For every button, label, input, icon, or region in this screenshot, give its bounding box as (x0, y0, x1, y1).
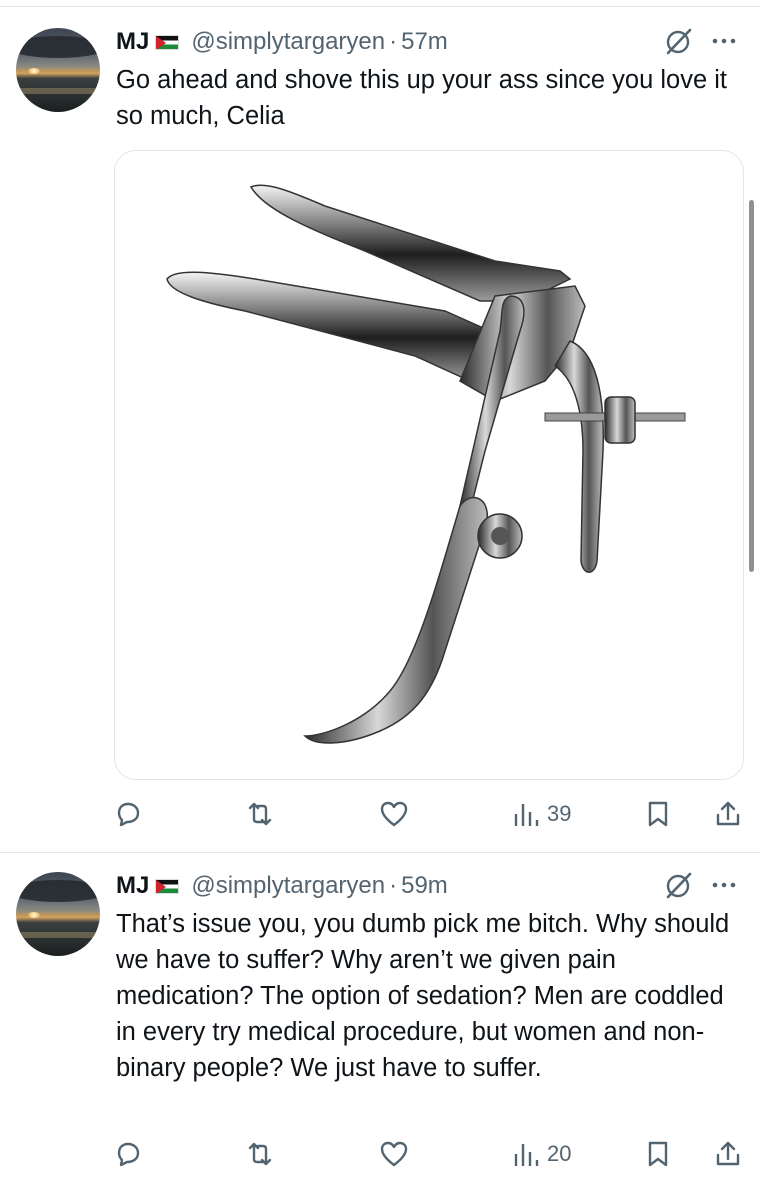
timestamp[interactable]: 57m (401, 28, 448, 56)
display-name[interactable]: MJ (116, 28, 149, 56)
like-icon[interactable] (379, 799, 409, 829)
reply-icon[interactable] (113, 1139, 143, 1169)
timestamp[interactable]: 59m (401, 872, 448, 900)
speculum-image[interactable] (114, 150, 744, 780)
scrollbar[interactable] (749, 200, 754, 572)
share-icon[interactable] (713, 1139, 743, 1169)
reply-icon[interactable] (113, 799, 143, 829)
tweet-header: MJ @simplytargaryen · 59m (116, 870, 448, 902)
display-name[interactable]: MJ (116, 872, 149, 900)
avatar[interactable] (16, 28, 100, 112)
separator: · (389, 28, 398, 55)
bookmark-icon[interactable] (643, 1139, 673, 1169)
views-count: 20 (547, 1141, 572, 1166)
views-count: 39 (547, 801, 572, 826)
top-divider (0, 6, 760, 7)
palestine-flag-icon (155, 878, 180, 894)
repost-icon[interactable] (245, 1139, 275, 1169)
grok-icon[interactable] (664, 26, 694, 56)
views-button[interactable]: 20 (513, 1139, 571, 1169)
repost-icon[interactable] (245, 799, 275, 829)
more-icon[interactable] (708, 26, 740, 56)
tweet-text: Go ahead and shove this up your ass sinc… (116, 66, 727, 130)
more-icon[interactable] (708, 870, 740, 900)
speculum-illustration (166, 184, 686, 744)
views-icon (514, 804, 539, 826)
views-icon (514, 1144, 539, 1166)
handle[interactable]: @simplytargaryen (191, 872, 385, 900)
handle[interactable]: @simplytargaryen (191, 28, 385, 56)
palestine-flag-icon (155, 34, 180, 50)
avatar[interactable] (16, 872, 100, 956)
grok-icon[interactable] (664, 870, 694, 900)
like-icon[interactable] (379, 1139, 409, 1169)
share-icon[interactable] (713, 799, 743, 829)
tweet-actions: 20 (0, 1137, 760, 1171)
bookmark-icon[interactable] (643, 799, 673, 829)
views-button[interactable]: 39 (513, 799, 571, 829)
separator: · (389, 872, 398, 899)
tweet-divider (0, 852, 760, 853)
tweet-text: That’s issue you, you dumb pick me bitch… (116, 910, 730, 1082)
tweet-header: MJ @simplytargaryen · 57m (116, 26, 448, 58)
tweet-actions: 39 (0, 797, 760, 831)
